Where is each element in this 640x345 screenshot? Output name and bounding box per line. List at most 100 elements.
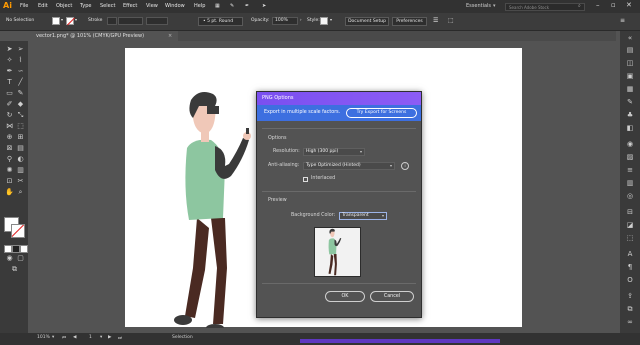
asset-export-icon[interactable]: ⇪ (625, 291, 635, 301)
artboard-tool-icon[interactable]: ⊡ (5, 177, 14, 186)
artboards-panel-icon[interactable]: ⧉ (625, 304, 635, 314)
screen-mode-icon[interactable]: ▢ (16, 254, 25, 263)
menu-effect[interactable]: Effect (123, 3, 137, 9)
interlaced-checkbox[interactable] (303, 177, 308, 182)
gradient-panel-icon[interactable]: ▥ (625, 178, 635, 188)
style-swatch[interactable] (320, 17, 328, 25)
menu-help[interactable]: Help (194, 3, 205, 9)
artboard-number[interactable]: 1 (89, 335, 92, 340)
stroke-swatch[interactable] (66, 17, 75, 26)
symbol-sprayer-icon[interactable]: ✺ (5, 166, 14, 175)
gradient-icon[interactable]: ▤ (16, 144, 25, 153)
chevron-down-icon[interactable]: ▾ (61, 17, 63, 22)
interlaced-label[interactable]: Interlaced (311, 176, 335, 181)
graph-tool-icon[interactable]: ▥ (16, 166, 25, 175)
last-artboard-icon[interactable]: ⏭ (118, 335, 122, 341)
chevron-down-icon[interactable]: ▾ (100, 335, 102, 340)
pen-tool-icon[interactable]: ✒ (5, 67, 14, 76)
ok-button[interactable]: OK (325, 291, 365, 302)
opacity-input[interactable]: 100% (272, 17, 298, 25)
preferences-button[interactable]: Preferences (392, 17, 427, 26)
brush-definition-select[interactable] (146, 17, 168, 25)
transform-panel-icon[interactable]: ⬚ (625, 233, 635, 243)
lasso-icon[interactable]: ⌇ (16, 56, 25, 65)
stroke-label[interactable]: Stroke (88, 18, 102, 23)
character-icon[interactable]: A (625, 249, 635, 259)
search-input[interactable]: Search Adobe Stock (505, 3, 585, 11)
swatches-icon[interactable]: ▦ (625, 84, 635, 94)
next-artboard-icon[interactable]: ▶ (108, 335, 111, 340)
gradient-mode-icon[interactable] (12, 245, 20, 253)
stroke-color-icon[interactable] (11, 224, 25, 238)
layers-icon[interactable]: ◫ (625, 58, 635, 68)
menu-view[interactable]: View (146, 3, 158, 9)
menu-edit[interactable]: Edit (38, 3, 48, 9)
opentype-icon[interactable]: O (625, 275, 635, 285)
magic-wand-icon[interactable]: ✧ (5, 56, 14, 65)
appearance-icon[interactable]: ◉ (625, 139, 635, 149)
close-icon[interactable]: ✕ (626, 1, 632, 9)
brush-select[interactable]: • 5 pt. Round (198, 17, 243, 26)
libraries-icon[interactable]: ▣ (625, 71, 635, 81)
variable-width-select[interactable] (118, 17, 143, 25)
rotate-icon[interactable]: ↻ (5, 111, 14, 120)
links-icon[interactable]: ∞ (625, 317, 635, 327)
brushes-icon[interactable]: ✎ (625, 97, 635, 107)
none-mode-icon[interactable] (20, 245, 28, 253)
edit-toolbar-icon[interactable]: ⧉ (10, 265, 19, 274)
chevron-down-icon[interactable]: ▾ (52, 335, 54, 340)
type-tool-icon[interactable]: T (5, 78, 14, 87)
shaper-icon[interactable]: ✐ (5, 100, 14, 109)
panel-menu-icon[interactable]: ≡ (620, 17, 625, 24)
prev-artboard-icon[interactable]: ◀ (73, 335, 76, 340)
pen-icon[interactable]: ✒ (245, 3, 249, 9)
document-tab[interactable]: vector1.png* @ 101% (CMYK/GPU Preview) (28, 31, 178, 41)
workspace-switcher[interactable]: Essentials (466, 3, 491, 9)
menu-window[interactable]: Window (165, 3, 185, 9)
paragraph-icon[interactable]: ¶ (625, 262, 635, 272)
zoom-tool-icon[interactable]: ⌕ (16, 188, 25, 197)
chevron-down-icon[interactable]: ▾ (330, 17, 332, 22)
chevron-right-icon[interactable]: › (300, 17, 302, 22)
mesh-icon[interactable]: ⊠ (5, 144, 14, 153)
width-tool-icon[interactable]: ⋈ (5, 122, 14, 131)
cancel-button[interactable]: Cancel (370, 291, 414, 302)
shape-builder-icon[interactable]: ⊕ (5, 133, 14, 142)
resolution-select[interactable]: High (300 ppi) ▾ (303, 148, 365, 156)
direct-selection-icon[interactable]: ➢ (16, 45, 25, 54)
zoom-level[interactable]: 101% (37, 335, 50, 340)
perspective-icon[interactable]: ⊞ (16, 133, 25, 142)
first-artboard-icon[interactable]: ⏮ (62, 335, 66, 341)
transform-icon[interactable]: ⬚ (448, 17, 454, 24)
transparency-icon[interactable]: ◎ (625, 191, 635, 201)
free-transform-icon[interactable]: ⬚ (16, 122, 25, 131)
horizontal-scrollbar[interactable] (300, 339, 500, 343)
paintbrush-icon[interactable]: ✎ (16, 89, 25, 98)
color-icon[interactable]: ◧ (625, 123, 635, 133)
close-tab-icon[interactable]: × (168, 31, 172, 41)
fill-swatch[interactable] (52, 17, 60, 25)
menu-object[interactable]: Object (56, 3, 72, 9)
collapse-panels-icon[interactable]: « (625, 33, 635, 43)
document-setup-button[interactable]: Document Setup (345, 17, 389, 26)
slice-tool-icon[interactable]: ✂ (16, 177, 25, 186)
blend-icon[interactable]: ◐ (16, 155, 25, 164)
info-icon[interactable]: i (401, 162, 409, 170)
stroke-panel-icon[interactable]: ≡ (625, 165, 635, 175)
send-icon[interactable]: ➤ (262, 3, 266, 9)
pathfinder-icon[interactable]: ◪ (625, 220, 635, 230)
rectangle-tool-icon[interactable]: ▭ (5, 89, 14, 98)
align-panel-icon[interactable]: ⊟ (625, 207, 635, 217)
background-color-select[interactable]: Transparent ▾ (339, 212, 387, 220)
color-mode-icon[interactable] (4, 245, 12, 253)
search-icon[interactable]: ⌕ (578, 3, 581, 9)
properties-icon[interactable]: ▤ (625, 45, 635, 55)
eyedropper-icon[interactable]: ⚲ (5, 155, 14, 164)
scale-icon[interactable]: ⤡ (16, 111, 25, 120)
selection-tool-icon[interactable]: ➤ (5, 45, 14, 54)
hand-tool-icon[interactable]: ✋ (5, 188, 14, 197)
opacity-label[interactable]: Opacity: (251, 18, 270, 23)
menu-file[interactable]: File (20, 3, 28, 9)
maximize-icon[interactable]: ▫ (611, 1, 616, 9)
draw-mode-icon[interactable]: ◉ (5, 254, 14, 263)
